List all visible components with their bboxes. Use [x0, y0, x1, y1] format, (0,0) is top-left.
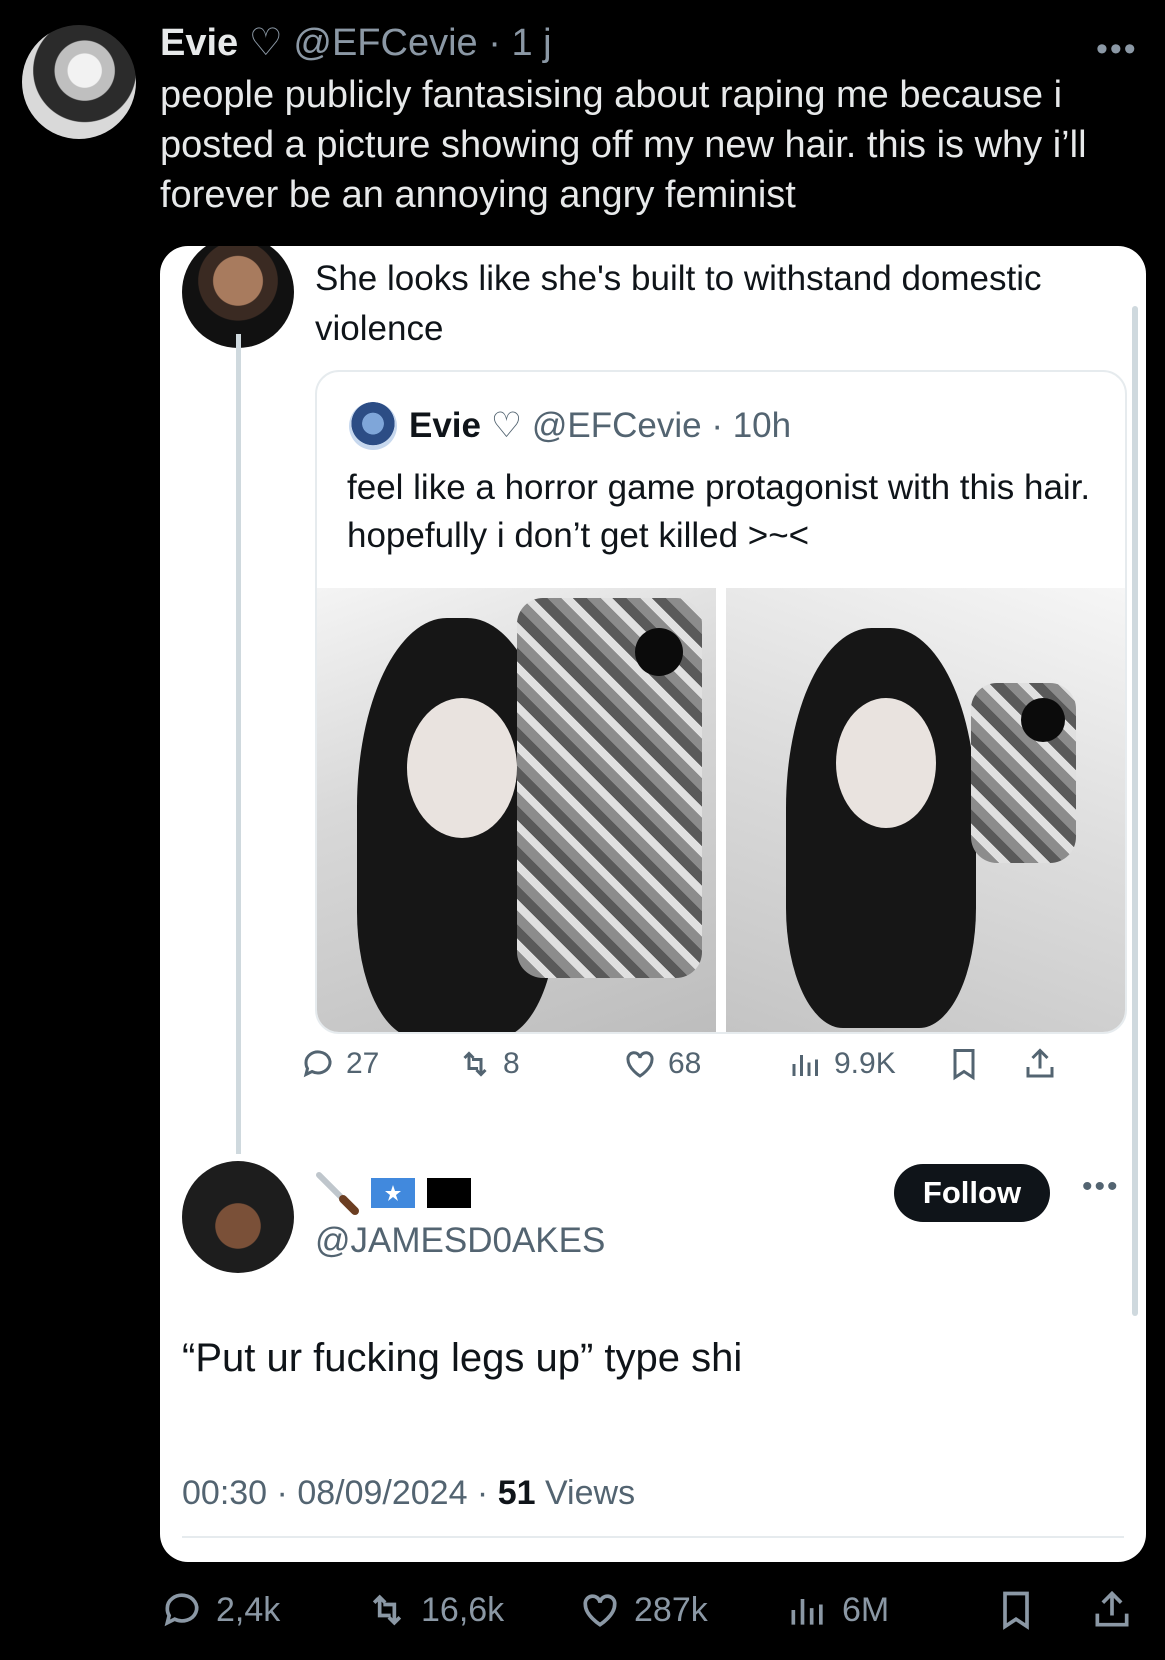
camera-lens	[635, 628, 683, 676]
repost-count: 16,6k	[421, 1590, 505, 1629]
reply-time: 00:30	[182, 1474, 268, 1512]
heart-icon	[583, 1594, 617, 1627]
reply-date: 08/09/2024	[297, 1474, 468, 1512]
like-button[interactable]: 287k	[578, 1588, 708, 1632]
bookmark-icon	[1003, 1591, 1029, 1630]
more-options-icon[interactable]: •••	[1096, 30, 1138, 69]
like-count: 287k	[634, 1590, 708, 1629]
reply-text: “Put ur fucking legs up” type shi	[182, 1336, 743, 1380]
quoted-time: 10h	[732, 406, 792, 445]
quoted-header: Evie ♡ @EFCevie · 10h	[409, 406, 792, 445]
author-avatar[interactable]	[22, 25, 136, 139]
selfie-photo-1	[317, 588, 716, 1032]
hair-shape	[786, 628, 976, 1028]
views-icon	[792, 1055, 818, 1076]
face-shape	[836, 698, 936, 828]
camera-lens	[1021, 698, 1065, 742]
repost-count[interactable]: 8	[457, 1046, 520, 1082]
reply-avatar	[182, 246, 294, 348]
somalia-flag-icon	[371, 1178, 415, 1208]
tweet-text: people publicly fantasising about raping…	[160, 74, 1087, 216]
reply-meta: 00:30 · 08/09/2024 · 51 Views	[182, 1474, 636, 1512]
quoted-name: Evie	[409, 406, 481, 445]
share-icon	[1095, 1590, 1129, 1627]
share-button[interactable]	[1022, 1046, 1058, 1082]
reply-views-label: Views	[544, 1474, 636, 1512]
follow-button: Follow	[894, 1164, 1050, 1222]
reply-views-count: 51	[497, 1474, 536, 1512]
heart-badge-icon: ♡	[490, 406, 523, 445]
reply-avatar	[182, 1161, 294, 1273]
reply-icon	[164, 1593, 199, 1627]
bookmark-button[interactable]	[994, 1588, 1038, 1632]
reply-count: 2,4k	[216, 1590, 281, 1629]
quoted-tweet: Evie ♡ @EFCevie · 10h feel like a horror…	[315, 370, 1127, 1034]
black-flag-icon	[427, 1178, 471, 1208]
reply-count[interactable]: 27	[300, 1046, 379, 1082]
tweet-time[interactable]: 1 j	[511, 22, 551, 64]
thread-line	[236, 334, 241, 1154]
display-name-emoji	[315, 1171, 471, 1215]
divider	[182, 1536, 1124, 1538]
scrollbar	[1132, 306, 1138, 1316]
views-button[interactable]: 6M	[786, 1588, 889, 1632]
share-icon	[1026, 1048, 1054, 1078]
bookmark-icon	[953, 1049, 975, 1081]
heart-icon	[626, 1051, 654, 1078]
like-count-value: 68	[668, 1047, 702, 1080]
author-name[interactable]: Evie	[160, 22, 238, 64]
repost-icon	[372, 1594, 402, 1626]
share-button[interactable]	[1090, 1588, 1134, 1632]
more-options-icon: •••	[1082, 1170, 1120, 1203]
reply-text: She looks like she's built to withstand …	[315, 259, 1042, 348]
repost-count-value: 8	[503, 1047, 520, 1080]
reply-button[interactable]: 2,4k	[160, 1588, 280, 1632]
tweet-header: Evie ♡ @EFCevie · 1 j	[160, 22, 552, 64]
quoted-text: feel like a horror game protagonist with…	[347, 468, 1091, 555]
views-icon	[791, 1599, 823, 1625]
reply-icon	[303, 1050, 332, 1078]
reply-handle: @JAMESD0AKES	[315, 1221, 606, 1260]
bookmark-button[interactable]	[946, 1046, 982, 1082]
face-shape	[407, 698, 517, 838]
quoted-avatar	[349, 402, 397, 450]
reply-count-value: 27	[346, 1047, 380, 1080]
repost-button[interactable]: 16,6k	[365, 1588, 504, 1632]
attached-screenshot[interactable]: She looks like she's built to withstand …	[160, 246, 1146, 1562]
author-handle[interactable]: @EFCevie	[293, 22, 477, 64]
view-count[interactable]: 9.9K	[788, 1046, 896, 1082]
heart-badge-icon: ♡	[248, 22, 283, 64]
like-count[interactable]: 68	[622, 1046, 701, 1082]
knife-icon	[315, 1171, 359, 1215]
quoted-handle: @EFCevie	[531, 406, 702, 445]
selfie-photo-2	[726, 588, 1125, 1032]
repost-icon	[463, 1051, 487, 1077]
view-count: 6M	[842, 1590, 890, 1629]
view-count-value: 9.9K	[834, 1047, 896, 1080]
